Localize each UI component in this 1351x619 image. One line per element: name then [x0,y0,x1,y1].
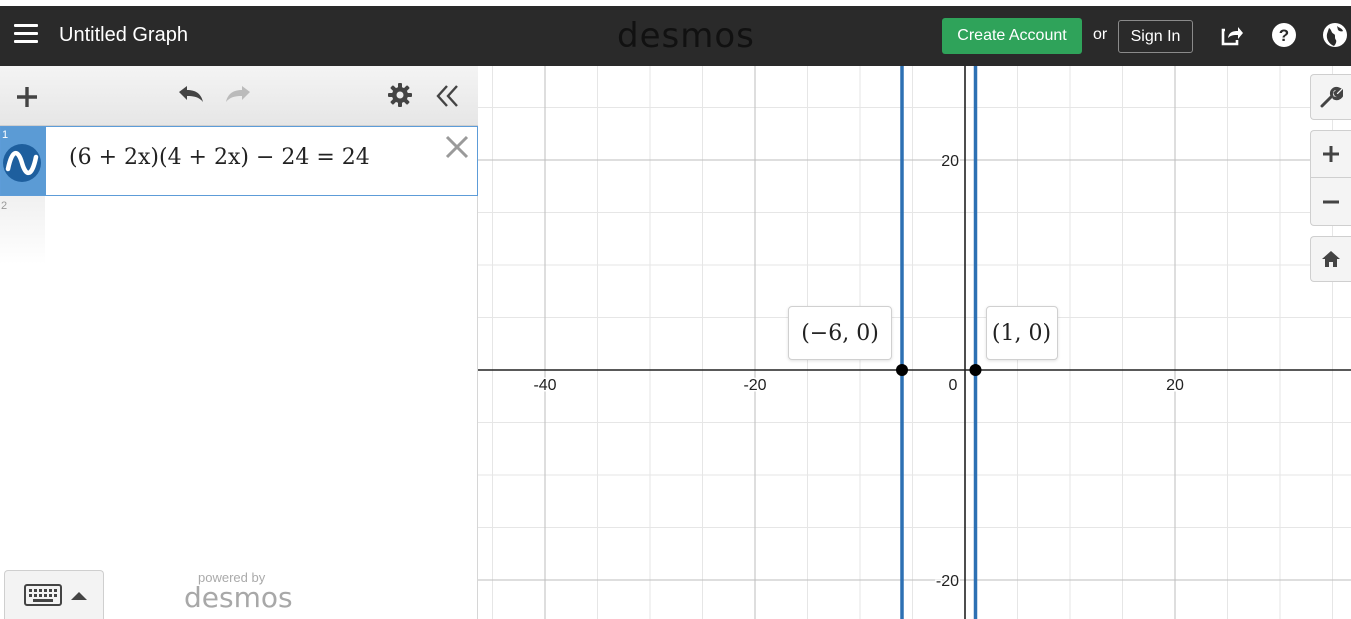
collapse-panel-icon[interactable] [434,82,462,110]
sign-in-button[interactable]: Sign In [1118,20,1193,53]
x-tick-label: -20 [743,377,766,394]
y-tick-label: -20 [936,573,959,590]
expression-index: 1 [2,129,9,141]
expression-latex[interactable]: (6 + 2x)(4 + 2x) − 24 = 24 [69,145,370,170]
point-label[interactable]: (1, 0) [985,306,1058,360]
undo-icon[interactable] [175,82,207,108]
solution-point[interactable] [896,364,908,376]
desmos-logo: desmos [617,16,755,56]
help-icon[interactable]: ? [1271,22,1297,48]
keyboard-toggle-button[interactable] [4,570,104,619]
settings-gear-icon[interactable] [387,82,413,108]
zoom-in-icon[interactable] [1310,131,1351,179]
graph-paper[interactable]: -40-200204020-20 (−6, 0)(1, 0) [478,66,1351,619]
create-account-button[interactable]: Create Account [942,18,1082,54]
share-icon[interactable] [1219,22,1245,48]
redo-icon[interactable] [222,82,254,108]
header-bar: Untitled Graph desmos Create Account or … [0,6,1351,66]
axes [478,66,1351,619]
delete-expression-icon[interactable] [443,133,471,161]
point-label[interactable]: (−6, 0) [788,306,892,360]
wrench-icon[interactable] [1310,74,1351,120]
graph-canvas[interactable]: -40-200204020-20 [478,66,1351,619]
or-text: or [1093,26,1108,43]
minor-grid [478,66,1351,619]
footer-desmos-logo: desmos [184,581,293,614]
expression-item-1[interactable]: 1 (6 + 2x)(4 + 2x) − 24 = 24 [0,126,478,196]
globe-icon[interactable] [1322,22,1348,48]
expression-panel: 1 (6 + 2x)(4 + 2x) − 24 = 24 2 powered b… [0,66,478,619]
add-icon[interactable] [14,84,40,110]
wave-icon[interactable] [2,143,42,183]
x-tick-label: -40 [533,377,556,394]
menu-icon[interactable] [14,24,38,44]
x-tick-label: 20 [1166,377,1184,394]
solution-point[interactable] [969,364,982,376]
expression-toolbar [0,66,478,126]
home-icon[interactable] [1310,236,1351,282]
expression-index-2: 2 [1,200,8,212]
y-tick-label: 20 [941,153,959,170]
svg-text:?: ? [1279,26,1289,45]
graph-title[interactable]: Untitled Graph [59,24,188,47]
zoom-out-icon[interactable] [1311,178,1351,225]
zoom-controls [1310,130,1351,226]
x-tick-label: 0 [949,377,958,394]
major-grid [478,66,1351,619]
